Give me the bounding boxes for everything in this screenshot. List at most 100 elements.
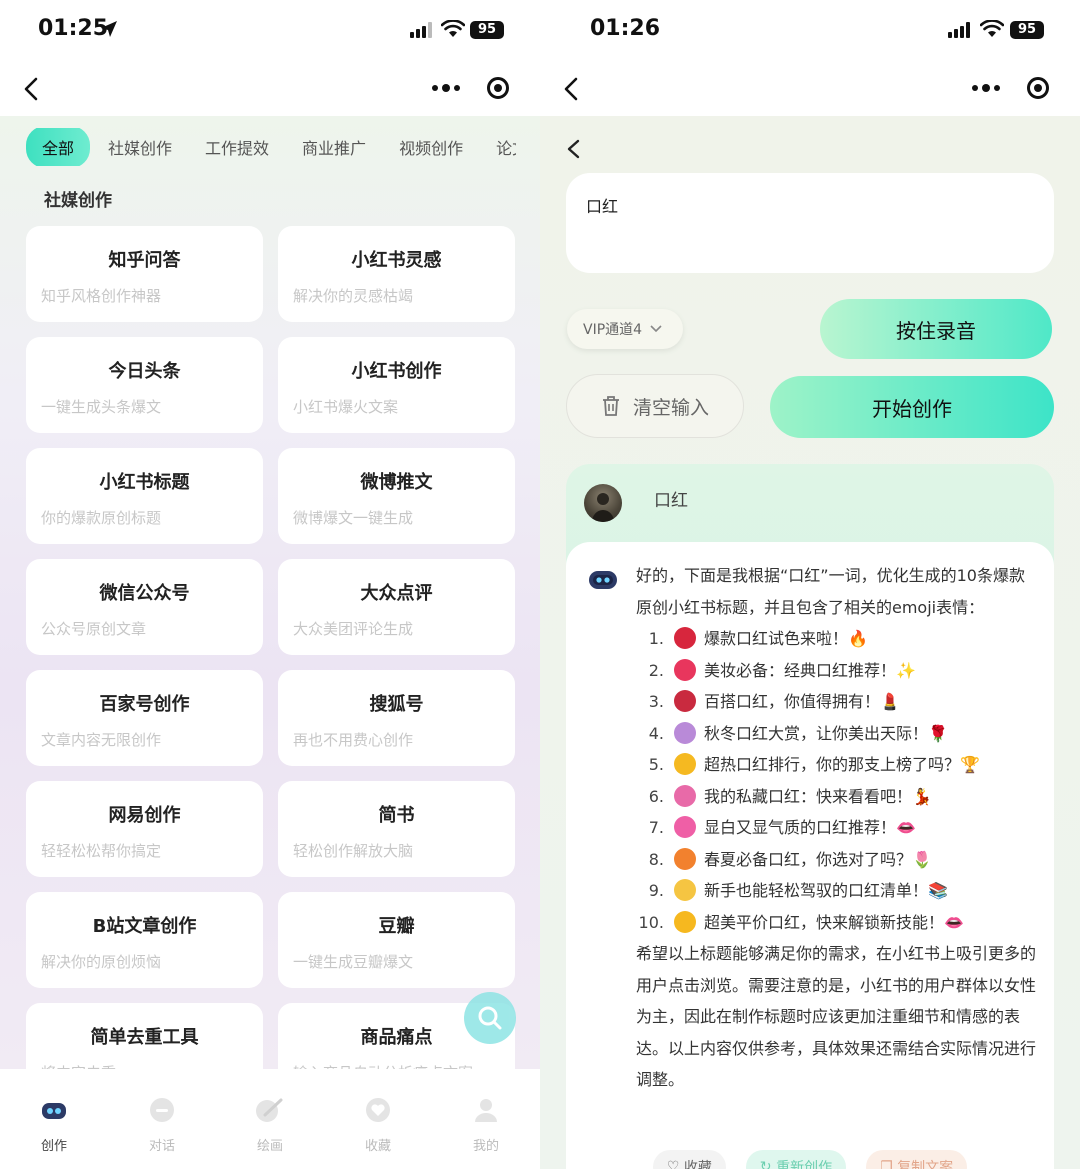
list-item: 5. 超热口红排行，你的那支上榜了吗？🏆	[648, 753, 980, 775]
trash-icon	[602, 396, 619, 416]
tabbar-label: 对话	[148, 1139, 175, 1154]
start-creation-button[interactable]: 开始创作	[770, 376, 1054, 438]
tool-card[interactable]: 小红书灵感 解决你的灵感枯竭	[278, 226, 515, 322]
hold-to-record-button[interactable]: 按住录音	[820, 299, 1052, 359]
page-back-icon[interactable]	[560, 134, 588, 164]
copy-text-button[interactable]: ❐ 复制文案	[866, 1150, 968, 1169]
emoji-icon	[674, 847, 696, 870]
tabbar-item-favorites[interactable]: 收藏	[348, 1095, 408, 1154]
chat-bubble-icon	[150, 1098, 174, 1122]
nav-bar	[540, 62, 1080, 116]
regenerate-button[interactable]: ↻ 重新创作	[745, 1150, 847, 1169]
tabbar-label: 我的	[472, 1139, 499, 1154]
tabbar-item-create[interactable]: 创作	[24, 1095, 84, 1154]
list-item: 6. 我的私藏口红：快来看看吧！💃	[648, 784, 932, 807]
card-title: 简单去重工具	[90, 1027, 199, 1048]
nav-bar	[0, 62, 540, 116]
tool-card[interactable]: 微博推文微博爆文一键生成	[278, 448, 515, 544]
miniprogram-capsule	[420, 68, 524, 108]
refresh-icon: ↻	[759, 1159, 777, 1169]
tabbar-item-chat[interactable]: 对话	[132, 1095, 192, 1154]
title-list: 1. 爆款口红试色来啦！🔥 2. 美妆必备：经典口红推荐！✨ 3. 百搭口红，你值得拥…	[636, 623, 1036, 938]
tabbar-item-profile[interactable]: 我的	[456, 1095, 516, 1154]
tabbar-label: 收藏	[364, 1139, 391, 1154]
tool-card[interactable]: 今日头条 一键生成头条爆文	[26, 337, 263, 433]
chevron-down-icon	[650, 325, 662, 333]
card-title: 知乎问答	[108, 250, 181, 271]
tool-card[interactable]: 小红书创作 小红书爆火文案	[278, 337, 515, 433]
tool-card[interactable]: 小红书标题你的爆款原创标题	[26, 448, 263, 544]
tab-social-media[interactable]: 社媒创作	[108, 135, 172, 159]
back-arrow-icon[interactable]	[18, 74, 46, 104]
card-subtitle: 轻轻松松帮你搞定	[41, 842, 162, 860]
tool-card[interactable]: 大众点评 大众美团评论生成	[278, 559, 515, 655]
tool-card[interactable]: 微信公众号 公众号原创文章	[26, 559, 263, 655]
clear-input-label: 清空输入	[632, 396, 709, 419]
tool-card[interactable]: B站文章创作 解决你的原创烦恼	[26, 892, 263, 988]
card-subtitle: 你的爆款原创标题	[41, 509, 162, 527]
right-phone-screen: 01:26 95 口红 VIP通道4 按住录音 清空输入 开始创作 口红 好的，…	[540, 0, 1080, 1169]
favorite-button[interactable]: ♡ 收藏	[652, 1150, 726, 1169]
tool-card[interactable]: 搜狐号 再也不用费心创作	[278, 670, 515, 766]
section-title: 社媒创作	[44, 191, 112, 211]
person-icon	[475, 1099, 497, 1122]
list-item: 4. 秋冬口红大赏，让你美出天际！🌹	[648, 721, 948, 744]
tabbar-label: 绘画	[256, 1139, 283, 1154]
list-item: 3. 百搭口红，你值得拥有！💄	[648, 690, 900, 712]
status-bar: 01:25 95	[0, 0, 540, 62]
tool-card[interactable]: 简书 轻松创作解放大脑	[278, 781, 515, 877]
list-item: 1. 爆款口红试色来啦！🔥	[648, 627, 868, 649]
battery-indicator: 95	[1010, 21, 1044, 39]
tab-work-efficiency[interactable]: 工作提效	[205, 135, 269, 159]
tool-card[interactable]: 网易创作轻轻松松帮你搞定	[26, 781, 263, 877]
user-message: 口红	[654, 491, 688, 511]
search-icon	[478, 1006, 502, 1030]
prompt-input[interactable]: 口红	[566, 173, 1054, 273]
card-subtitle: 再也不用费心创作	[293, 731, 414, 749]
more-dots-icon[interactable]	[420, 68, 472, 108]
battery-indicator: 95	[470, 21, 504, 39]
more-dots-icon[interactable]	[960, 68, 1012, 108]
ai-answer-card: 好的，下面是我根据“口红”一词，优化生成的10条爆款原创小红书标题，并且包含了相…	[566, 542, 1054, 1169]
tool-card[interactable]: 百家号创作 文章内容无限创作	[26, 670, 263, 766]
close-target-icon[interactable]	[472, 68, 524, 108]
answer-body: 好的，下面是我根据“口红”一词，优化生成的10条爆款原创小红书标题，并且包含了相…	[636, 560, 1036, 1096]
card-title: 网易创作	[108, 805, 181, 826]
status-time: 01:25	[38, 16, 109, 41]
card-subtitle: 一键生成头条爆文	[41, 398, 162, 416]
card-subtitle: 解决你的原创烦恼	[41, 953, 162, 971]
tabbar-item-draw[interactable]: 绘画	[240, 1095, 300, 1154]
card-subtitle: 大众美团评论生成	[293, 620, 414, 638]
tool-card[interactable]: 豆瓣 一键生成豆瓣爆文	[278, 892, 515, 988]
card-title: 微博推文	[360, 472, 433, 493]
card-title: 小红书标题	[99, 472, 190, 493]
list-item: 8. 春夏必备口红，你选对了吗？🌷	[648, 847, 932, 870]
card-subtitle: 微博爆文一键生成	[293, 509, 414, 527]
tab-all[interactable]: 全部	[26, 128, 91, 166]
card-title: 小红书灵感	[351, 250, 442, 271]
list-item: 7. 显白又显气质的口红推荐！👄	[648, 816, 916, 838]
emoji-icon	[674, 816, 696, 838]
tab-business-promotion[interactable]: 商业推广	[302, 135, 366, 159]
answer-intro: 好的，下面是我根据“口红”一词，优化生成的10条爆款原创小红书标题，并且包含了相…	[636, 566, 1025, 617]
tabbar-label: 创作	[40, 1139, 67, 1154]
location-arrow-icon	[101, 21, 117, 37]
answer-actions: ♡ 收藏 ↻ 重新创作 ❐ 复制文案	[566, 1150, 1054, 1169]
card-subtitle: 知乎风格创作神器	[41, 287, 162, 305]
emoji-icon	[674, 721, 696, 744]
card-title: 简书	[378, 805, 415, 826]
category-tabs: 全部 社媒创作 工作提效 商业推广 视频创作 论文	[26, 128, 516, 166]
clear-input-button[interactable]: 清空输入	[566, 374, 744, 438]
tab-paper[interactable]: 论文	[496, 135, 516, 159]
close-target-icon[interactable]	[1012, 68, 1064, 108]
card-title: 百家号创作	[99, 694, 190, 715]
status-time: 01:26	[590, 16, 661, 41]
tab-video-creation[interactable]: 视频创作	[399, 135, 463, 159]
channel-select[interactable]: VIP通道4	[567, 309, 683, 349]
back-arrow-icon[interactable]	[558, 74, 586, 104]
emoji-icon	[674, 627, 696, 649]
list-item: 2. 美妆必备：经典口红推荐！✨	[648, 658, 916, 681]
floating-search-button[interactable]	[464, 992, 516, 1044]
tool-card[interactable]: 知乎问答知乎风格创作神器	[26, 226, 263, 322]
signal-icon	[410, 22, 432, 38]
